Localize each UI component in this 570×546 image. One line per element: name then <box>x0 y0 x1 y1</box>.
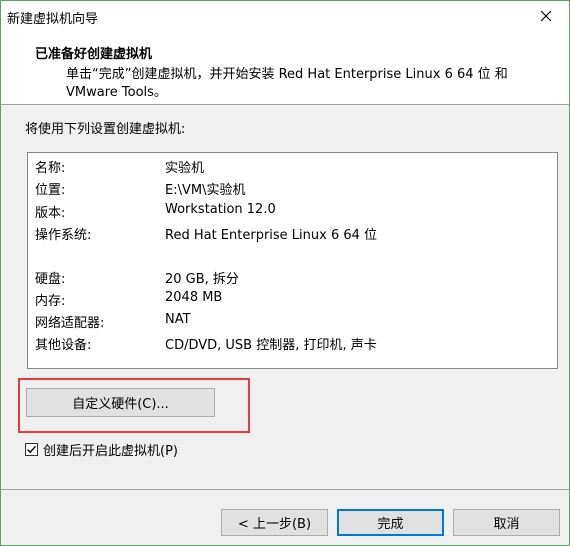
cancel-button[interactable]: 取消 <box>453 509 560 536</box>
summary-row-version: 版本: Workstation 12.0 <box>35 202 276 222</box>
summary-key: 版本: <box>35 206 66 221</box>
summary-value: E:\VM\实验机 <box>165 183 246 198</box>
summary-row-memory: 内存: 2048 MB <box>35 290 222 310</box>
wizard-header: 已准备好创建虚拟机 单击“完成”创建虚拟机，并开始安装 Red Hat Ente… <box>1 31 569 105</box>
summary-key: 网络适配器: <box>35 316 105 331</box>
finish-button[interactable]: 完成 <box>337 509 444 536</box>
summary-row-other-devices: 其他设备: CD/DVD, USB 控制器, 打印机, 声卡 <box>35 334 377 354</box>
footer-divider <box>1 489 569 490</box>
power-on-checkbox[interactable] <box>25 442 38 456</box>
summary-key: 内存: <box>35 294 66 309</box>
summary-row-os: 操作系统: Red Hat Enterprise Linux 6 64 位 <box>35 224 377 244</box>
summary-value: Red Hat Enterprise Linux 6 64 位 <box>165 228 378 243</box>
customize-hardware-button[interactable]: 自定义硬件(C)... <box>26 388 215 417</box>
summary-row-network: 网络适配器: NAT <box>35 312 191 332</box>
header-description: 单击“完成”创建虚拟机，并开始安装 Red Hat Enterprise Lin… <box>66 67 508 100</box>
close-icon <box>540 10 552 22</box>
summary-key: 其他设备: <box>35 338 92 353</box>
header-title: 已准备好创建虚拟机 <box>35 47 153 62</box>
summary-row-location: 位置: E:\VM\实验机 <box>35 179 245 199</box>
summary-key: 名称: <box>35 161 66 176</box>
close-button[interactable] <box>523 1 569 31</box>
summary-row-name: 名称: 实验机 <box>35 157 204 177</box>
checkmark-icon <box>27 445 37 453</box>
window-title: 新建虚拟机向导 <box>7 12 99 27</box>
power-on-label: 创建后开启此虚拟机(P) <box>43 443 178 459</box>
summary-value: 实验机 <box>165 161 205 176</box>
summary-value: CD/DVD, USB 控制器, 打印机, 声卡 <box>165 338 377 353</box>
summary-value: 2048 MB <box>165 290 223 305</box>
settings-label: 将使用下列设置创建虚拟机: <box>25 122 186 137</box>
power-on-option[interactable]: 创建后开启此虚拟机(P) <box>25 439 178 459</box>
summary-value: Workstation 12.0 <box>165 202 276 217</box>
summary-value: 20 GB, 拆分 <box>165 272 239 287</box>
summary-key: 位置: <box>35 183 66 198</box>
summary-key: 硬盘: <box>35 272 66 287</box>
title-bar: 新建虚拟机向导 <box>1 1 569 31</box>
summary-row-disk: 硬盘: 20 GB, 拆分 <box>35 268 239 288</box>
summary-value: NAT <box>165 312 191 327</box>
new-vm-wizard-window: 新建虚拟机向导 已准备好创建虚拟机 单击“完成”创建虚拟机，并开始安装 Red … <box>0 0 570 546</box>
settings-summary-box: 名称: 实验机 位置: E:\VM\实验机 版本: Workstation 12… <box>27 152 558 369</box>
summary-key: 操作系统: <box>35 228 92 243</box>
back-button[interactable]: < 上一步(B) <box>221 509 328 536</box>
